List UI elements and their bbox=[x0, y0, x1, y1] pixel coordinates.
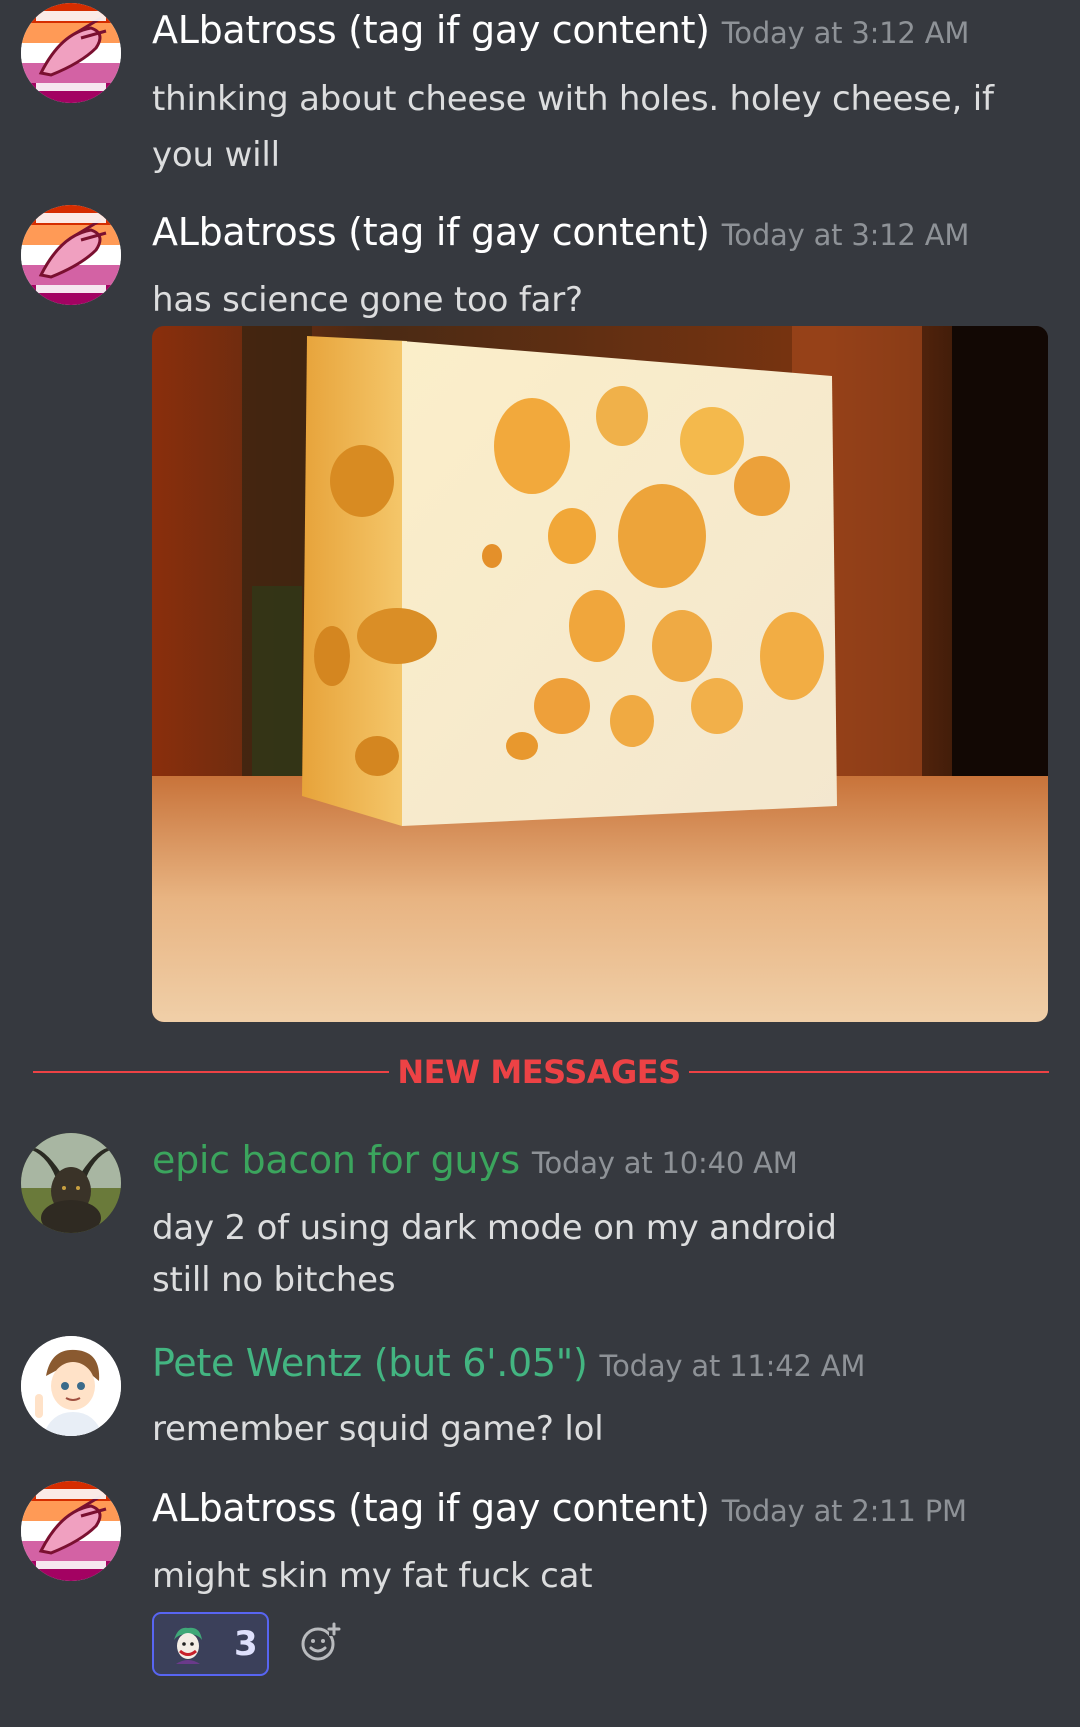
add-reaction-icon[interactable] bbox=[300, 1622, 342, 1664]
new-messages-label: NEW MESSAGES bbox=[397, 1053, 681, 1091]
avatar-pete-wentz[interactable] bbox=[21, 1336, 121, 1436]
username[interactable]: Pete Wentz (but 6'.05") bbox=[152, 1341, 588, 1385]
message-header: ALbatross (tag if gay content) Today at 2… bbox=[152, 1486, 967, 1530]
message-text: might skin my fat fuck cat bbox=[152, 1556, 593, 1596]
message-text: has science gone too far? bbox=[152, 280, 583, 320]
reaction-count: 3 bbox=[234, 1624, 258, 1664]
timestamp: Today at 2:11 PM bbox=[721, 1494, 967, 1528]
message-header: epic bacon for guys Today at 10:40 AM bbox=[152, 1138, 798, 1182]
avatar-epic-bacon[interactable] bbox=[21, 1133, 121, 1233]
message-header: ALbatross (tag if gay content) Today at 3… bbox=[152, 210, 969, 254]
reaction-pill[interactable]: 3 bbox=[152, 1612, 269, 1676]
avatar-albatross[interactable] bbox=[21, 205, 121, 305]
username[interactable]: ALbatross (tag if gay content) bbox=[152, 1486, 710, 1530]
message-header: ALbatross (tag if gay content) Today at 3… bbox=[152, 8, 969, 52]
username[interactable]: ALbatross (tag if gay content) bbox=[152, 210, 710, 254]
message-header: Pete Wentz (but 6'.05") Today at 11:42 AM bbox=[152, 1341, 865, 1385]
timestamp: Today at 11:42 AM bbox=[599, 1349, 866, 1383]
message-text: thinking about cheese with holes. holey … bbox=[152, 79, 994, 175]
message-text: day 2 of using dark mode on my android s… bbox=[152, 1202, 1052, 1306]
divider-line-left bbox=[33, 1071, 389, 1073]
message-text: remember squid game? lol bbox=[152, 1409, 604, 1449]
divider-line-right bbox=[689, 1071, 1049, 1073]
image-attachment-cheese[interactable] bbox=[152, 326, 1048, 1022]
timestamp: Today at 3:12 AM bbox=[721, 218, 970, 252]
timestamp: Today at 3:12 AM bbox=[721, 16, 970, 50]
joker-emoji-icon bbox=[168, 1626, 208, 1664]
username[interactable]: ALbatross (tag if gay content) bbox=[152, 8, 710, 52]
avatar-albatross[interactable] bbox=[21, 1481, 121, 1581]
message-text-line: still no bitches bbox=[152, 1260, 396, 1300]
message-text-line: day 2 of using dark mode on my android bbox=[152, 1208, 837, 1248]
new-messages-divider: NEW MESSAGES bbox=[33, 1050, 1049, 1094]
avatar-albatross[interactable] bbox=[21, 3, 121, 103]
timestamp: Today at 10:40 AM bbox=[531, 1146, 798, 1180]
username[interactable]: epic bacon for guys bbox=[152, 1138, 520, 1182]
